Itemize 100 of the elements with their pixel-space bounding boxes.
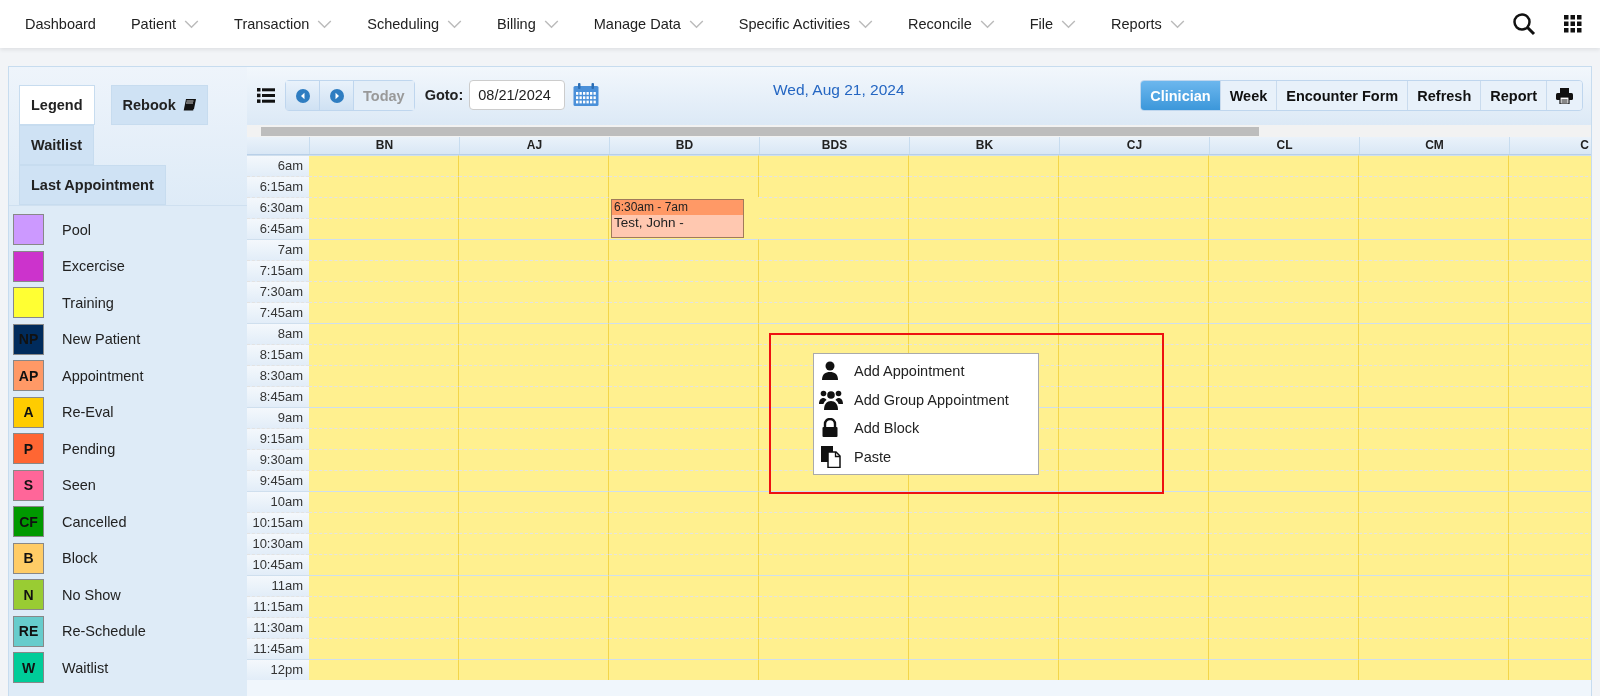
time-slot-cell[interactable] xyxy=(459,659,609,680)
time-slot-cell[interactable] xyxy=(1059,407,1209,428)
time-slot-cell[interactable] xyxy=(609,617,759,638)
calendar-icon[interactable] xyxy=(573,83,600,107)
time-slot-cell[interactable] xyxy=(459,533,609,554)
time-slot-cell[interactable] xyxy=(309,470,459,491)
time-slot-cell[interactable] xyxy=(909,302,1059,323)
time-slot-cell[interactable] xyxy=(909,617,1059,638)
time-slot-cell[interactable] xyxy=(1059,155,1209,176)
time-slot-cell[interactable] xyxy=(1359,659,1509,680)
time-slot-cell[interactable] xyxy=(609,386,759,407)
time-slot-cell[interactable] xyxy=(459,575,609,596)
time-slot-cell[interactable] xyxy=(909,176,1059,197)
time-slot-cell[interactable] xyxy=(909,260,1059,281)
time-slot-cell[interactable] xyxy=(1059,176,1209,197)
time-slot-cell[interactable] xyxy=(309,575,459,596)
time-slot-cell[interactable] xyxy=(459,155,609,176)
time-slot-cell[interactable] xyxy=(459,596,609,617)
time-slot-cell[interactable] xyxy=(1209,260,1359,281)
time-slot-cell[interactable] xyxy=(759,659,909,680)
time-slot-cell[interactable] xyxy=(459,407,609,428)
time-slot-cell[interactable] xyxy=(609,239,759,260)
time-slot-cell[interactable] xyxy=(1209,638,1359,659)
time-slot-cell[interactable] xyxy=(759,281,909,302)
time-slot-cell[interactable] xyxy=(309,302,459,323)
time-slot-cell[interactable] xyxy=(1209,617,1359,638)
time-slot-cell[interactable] xyxy=(1359,407,1509,428)
view-button[interactable]: Week xyxy=(1220,81,1278,110)
time-slot-cell[interactable] xyxy=(1209,533,1359,554)
print-button[interactable] xyxy=(1547,81,1582,110)
time-slot-cell[interactable] xyxy=(909,659,1059,680)
time-slot-cell[interactable] xyxy=(1209,176,1359,197)
time-slot-cell[interactable] xyxy=(1209,596,1359,617)
time-slot-cell[interactable] xyxy=(309,617,459,638)
time-slot-cell[interactable] xyxy=(459,197,609,218)
time-slot-cell[interactable] xyxy=(609,323,759,344)
time-slot-cell[interactable] xyxy=(759,155,909,176)
time-slot-cell[interactable] xyxy=(909,323,1059,344)
context-menu-item[interactable]: Add Appointment xyxy=(814,357,1038,386)
time-slot-cell[interactable] xyxy=(459,176,609,197)
time-slot-cell[interactable] xyxy=(459,449,609,470)
time-slot-cell[interactable] xyxy=(1359,176,1509,197)
time-slot-cell[interactable] xyxy=(1209,575,1359,596)
time-slot-cell[interactable] xyxy=(909,239,1059,260)
date-input-field[interactable]: 08/21/2024 xyxy=(469,80,566,110)
search-icon[interactable] xyxy=(1512,12,1536,36)
time-slot-cell[interactable] xyxy=(309,407,459,428)
time-slot-cell[interactable] xyxy=(1359,491,1509,512)
time-slot-cell[interactable] xyxy=(309,512,459,533)
time-slot-cell[interactable] xyxy=(309,281,459,302)
time-slot-cell[interactable] xyxy=(909,197,1059,218)
time-slot-cell[interactable] xyxy=(1059,449,1209,470)
time-slot-cell[interactable] xyxy=(459,617,609,638)
list-icon[interactable] xyxy=(257,88,275,103)
time-slot-cell[interactable] xyxy=(609,575,759,596)
time-slot-cell[interactable] xyxy=(309,239,459,260)
view-button[interactable]: Report xyxy=(1481,81,1547,110)
time-slot-cell[interactable] xyxy=(309,554,459,575)
time-slot-cell[interactable] xyxy=(1359,428,1509,449)
time-slot-cell[interactable] xyxy=(309,365,459,386)
time-slot-cell[interactable] xyxy=(609,176,759,197)
view-button[interactable]: Refresh xyxy=(1408,81,1482,110)
time-slot-cell[interactable] xyxy=(459,281,609,302)
time-slot-cell[interactable] xyxy=(1059,260,1209,281)
time-slot-cell[interactable] xyxy=(759,512,909,533)
time-slot-cell[interactable] xyxy=(609,533,759,554)
time-slot-cell[interactable] xyxy=(1059,344,1209,365)
time-slot-cell[interactable] xyxy=(1059,638,1209,659)
time-slot-cell[interactable] xyxy=(1059,533,1209,554)
previous-button[interactable] xyxy=(286,81,320,110)
time-slot-cell[interactable] xyxy=(609,491,759,512)
time-slot-cell[interactable] xyxy=(759,239,909,260)
apps-grid-icon[interactable] xyxy=(1564,15,1582,33)
time-slot-cell[interactable] xyxy=(309,218,459,239)
time-slot-cell[interactable] xyxy=(309,533,459,554)
time-slot-cell[interactable] xyxy=(309,323,459,344)
nav-menu-item[interactable]: File xyxy=(1029,16,1077,32)
view-button[interactable]: Encounter Form xyxy=(1277,81,1409,110)
time-slot-cell[interactable] xyxy=(309,197,459,218)
sidebar-tab[interactable]: Last Appointment xyxy=(19,165,166,205)
time-slot-cell[interactable] xyxy=(1359,449,1509,470)
time-slot-cell[interactable] xyxy=(1209,239,1359,260)
time-slot-cell[interactable] xyxy=(759,176,909,197)
context-menu-item[interactable]: Paste xyxy=(814,442,1038,471)
time-slot-cell[interactable] xyxy=(1359,239,1509,260)
time-slot-cell[interactable] xyxy=(909,281,1059,302)
time-slot-cell[interactable] xyxy=(1209,449,1359,470)
time-slot-cell[interactable] xyxy=(459,386,609,407)
time-slot-cell[interactable] xyxy=(759,491,909,512)
time-slot-cell[interactable] xyxy=(609,407,759,428)
nav-menu-item[interactable]: Patient xyxy=(130,16,200,32)
time-slot-cell[interactable] xyxy=(1209,155,1359,176)
time-slot-cell[interactable] xyxy=(1059,218,1209,239)
time-slot-cell[interactable] xyxy=(759,638,909,659)
time-slot-cell[interactable] xyxy=(759,197,909,218)
context-menu-item[interactable]: Add Group Appointment xyxy=(814,385,1038,414)
time-slot-cell[interactable] xyxy=(1359,386,1509,407)
time-slot-cell[interactable] xyxy=(1359,302,1509,323)
time-slot-cell[interactable] xyxy=(1059,302,1209,323)
time-slot-cell[interactable] xyxy=(609,428,759,449)
